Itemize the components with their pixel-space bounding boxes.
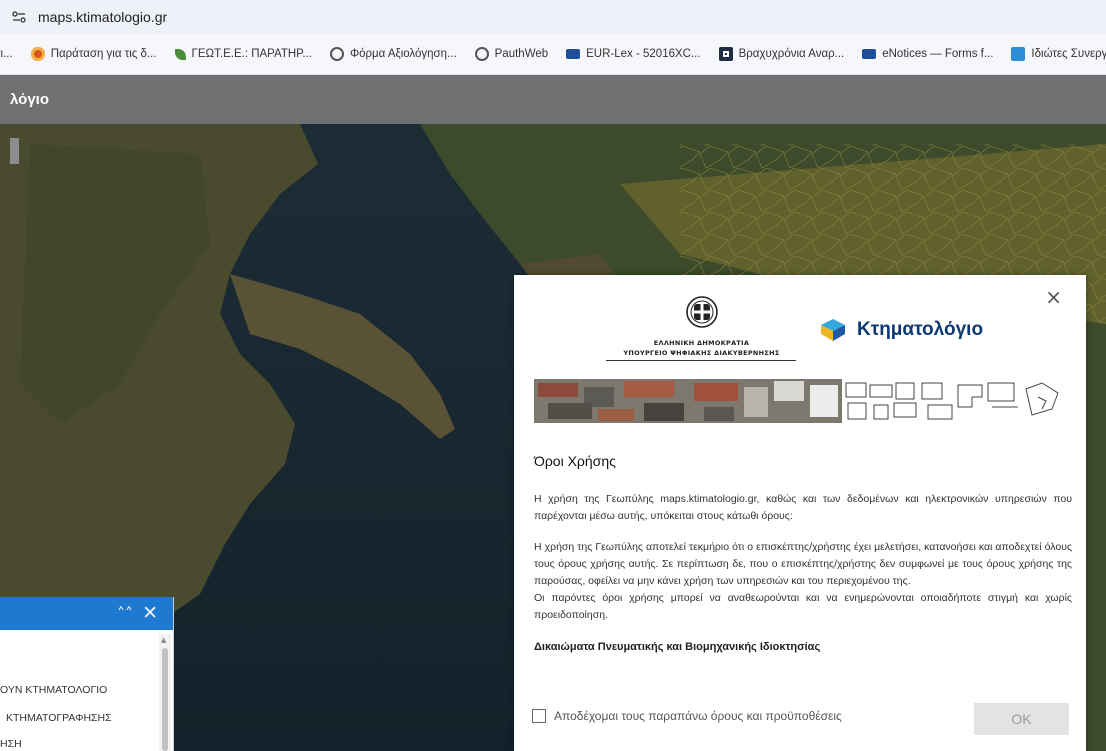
bookmark-label: ΓΕΩΤ.Ε.Ε.: ΠΑΡΑΤΗΡ... [191, 48, 312, 60]
header-image-strip [534, 379, 1064, 423]
layers-list: ΟΥΝ ΚΤΗΜΑΤΟΛΟΓΙΟ ΚΤΗΜΑΤΟΓΡΑΦΗΣΗΣ ΗΣΗ ▲ [0, 630, 173, 751]
terms-dialog: × ΕΛΛΗΝΙΚΗ ΔΗΜΟΚΡΑΤΙΑ ΥΠΟΥΡΓΕΙΟ ΨΗΦΙΑΚΗΣ… [514, 275, 1086, 751]
leaf-icon [174, 48, 186, 60]
brand-name: Κτηματολόγιο [857, 319, 984, 340]
bookmark-item[interactable]: Ιδιώτες Συνεργάτ [1011, 47, 1106, 61]
app-header: λόγιο [0, 75, 1106, 124]
divider [606, 360, 796, 361]
monitor-icon [862, 49, 877, 59]
app-title: λόγιο [10, 91, 49, 108]
bookmark-label: eNotices — Forms f... [882, 48, 994, 60]
camera-icon [718, 47, 733, 61]
bookmark-label: Βραχυχρόνια Αναρ... [738, 48, 845, 60]
ministry-name: ΥΠΟΥΡΓΕΙΟ ΨΗΦΙΑΚΗΣ ΔΙΑΚΥΒΕΡΝΗΣΗΣ [623, 349, 780, 357]
terms-paragraph: Η χρήση της Γεωπύλης maps.ktimatologio.g… [534, 493, 1072, 522]
bookmark-item[interactable]: Φόρμα Αξιολόγηση... [329, 47, 457, 61]
accept-label[interactable]: Αποδέχομαι τους παραπάνω όρους και προϋπ… [554, 709, 842, 723]
square-icon [1011, 47, 1026, 61]
bookmark-label: PauthWeb [494, 48, 549, 60]
bookmark-label: τι... [0, 48, 13, 60]
scroll-up-icon[interactable]: ▲ [161, 636, 166, 644]
map-zoom-control[interactable] [10, 138, 19, 164]
greek-emblem-icon [685, 296, 718, 328]
browser-address-bar[interactable]: maps.ktimatologio.gr [0, 0, 1106, 34]
accept-terms-row[interactable]: Αποδέχομαι τους παραπάνω όρους και προϋπ… [532, 709, 842, 723]
bookmark-item[interactable]: Παράταση για τις δ... [30, 47, 157, 61]
collapse-icon[interactable]: ˄˄ [117, 604, 133, 623]
bookmark-label: EUR-Lex - 52016XC... [586, 48, 701, 60]
scrollbar[interactable]: ▲ [159, 634, 171, 751]
bookmark-item[interactable]: τι... [0, 48, 13, 60]
bookmark-label: Παράταση για τις δ... [50, 48, 157, 60]
layer-item[interactable]: ΗΣΗ [0, 738, 22, 750]
monitor-icon [566, 49, 581, 59]
close-icon[interactable]: ✕ [142, 602, 158, 624]
scrollbar-thumb[interactable] [162, 648, 168, 751]
terms-heading: Όροι Χρήσης [534, 453, 616, 469]
globe-icon [329, 47, 344, 61]
close-icon[interactable]: × [1045, 285, 1062, 309]
bookmark-item[interactable]: PauthWeb [474, 47, 549, 61]
site-settings-icon[interactable] [12, 10, 26, 24]
globe-icon [474, 47, 489, 61]
bookmark-label: Φόρμα Αξιολόγηση... [349, 48, 457, 60]
ktimatologio-brand: Κτηματολόγιο [821, 319, 983, 341]
layer-item[interactable]: ΚΤΗΜΑΤΟΓΡΑΦΗΣΗΣ [6, 712, 112, 724]
cadastral-plan-image [842, 379, 1064, 423]
bookmark-item[interactable]: ΓΕΩΤ.Ε.Ε.: ΠΑΡΑΤΗΡ... [174, 48, 312, 60]
ip-rights-heading: Δικαιώματα Πνευματικής και Βιομηχανικής … [534, 641, 821, 653]
bookmark-label: Ιδιώτες Συνεργάτ [1031, 48, 1106, 60]
layers-panel: ˄˄ ✕ ΟΥΝ ΚΤΗΜΑΤΟΛΟΓΙΟ ΚΤΗΜΑΤΟΓΡΑΦΗΣΗΣ ΗΣ… [0, 597, 174, 751]
ktimatologio-logo-icon [821, 319, 845, 341]
terms-paragraph: Οι παρόντες όροι χρήσης μπορεί να αναθεω… [534, 592, 1072, 621]
government-logo: ΕΛΛΗΝΙΚΗ ΔΗΜΟΚΡΑΤΙΑ ΥΠΟΥΡΓΕΙΟ ΨΗΦΙΑΚΗΣ Δ… [606, 295, 796, 361]
accept-checkbox[interactable] [532, 709, 546, 723]
bookmark-item[interactable]: Βραχυχρόνια Αναρ... [718, 47, 845, 61]
terms-paragraph: Η χρήση της Γεωπύλης αποτελεί τεκμήριο ό… [534, 541, 1072, 587]
bookmark-item[interactable]: EUR-Lex - 52016XC... [566, 48, 701, 60]
bookmarks-bar: τι... Παράταση για τις δ... ΓΕΩΤ.Ε.Ε.: Π… [0, 34, 1106, 75]
ok-button[interactable]: OK [974, 703, 1069, 735]
terms-content: Όροι Χρήσης Η χρήση της Γεωπύλης maps.kt… [534, 453, 1072, 653]
layers-panel-header: ˄˄ ✕ [0, 597, 173, 630]
fire-icon [30, 47, 45, 61]
gov-name: ΕΛΛΗΝΙΚΗ ΔΗΜΟΚΡΑΤΙΑ [653, 339, 750, 347]
aerial-photo-image [534, 379, 842, 423]
layer-item[interactable]: ΟΥΝ ΚΤΗΜΑΤΟΛΟΓΙΟ [0, 684, 107, 696]
url-text[interactable]: maps.ktimatologio.gr [38, 9, 167, 25]
bookmark-item[interactable]: eNotices — Forms f... [862, 48, 993, 60]
